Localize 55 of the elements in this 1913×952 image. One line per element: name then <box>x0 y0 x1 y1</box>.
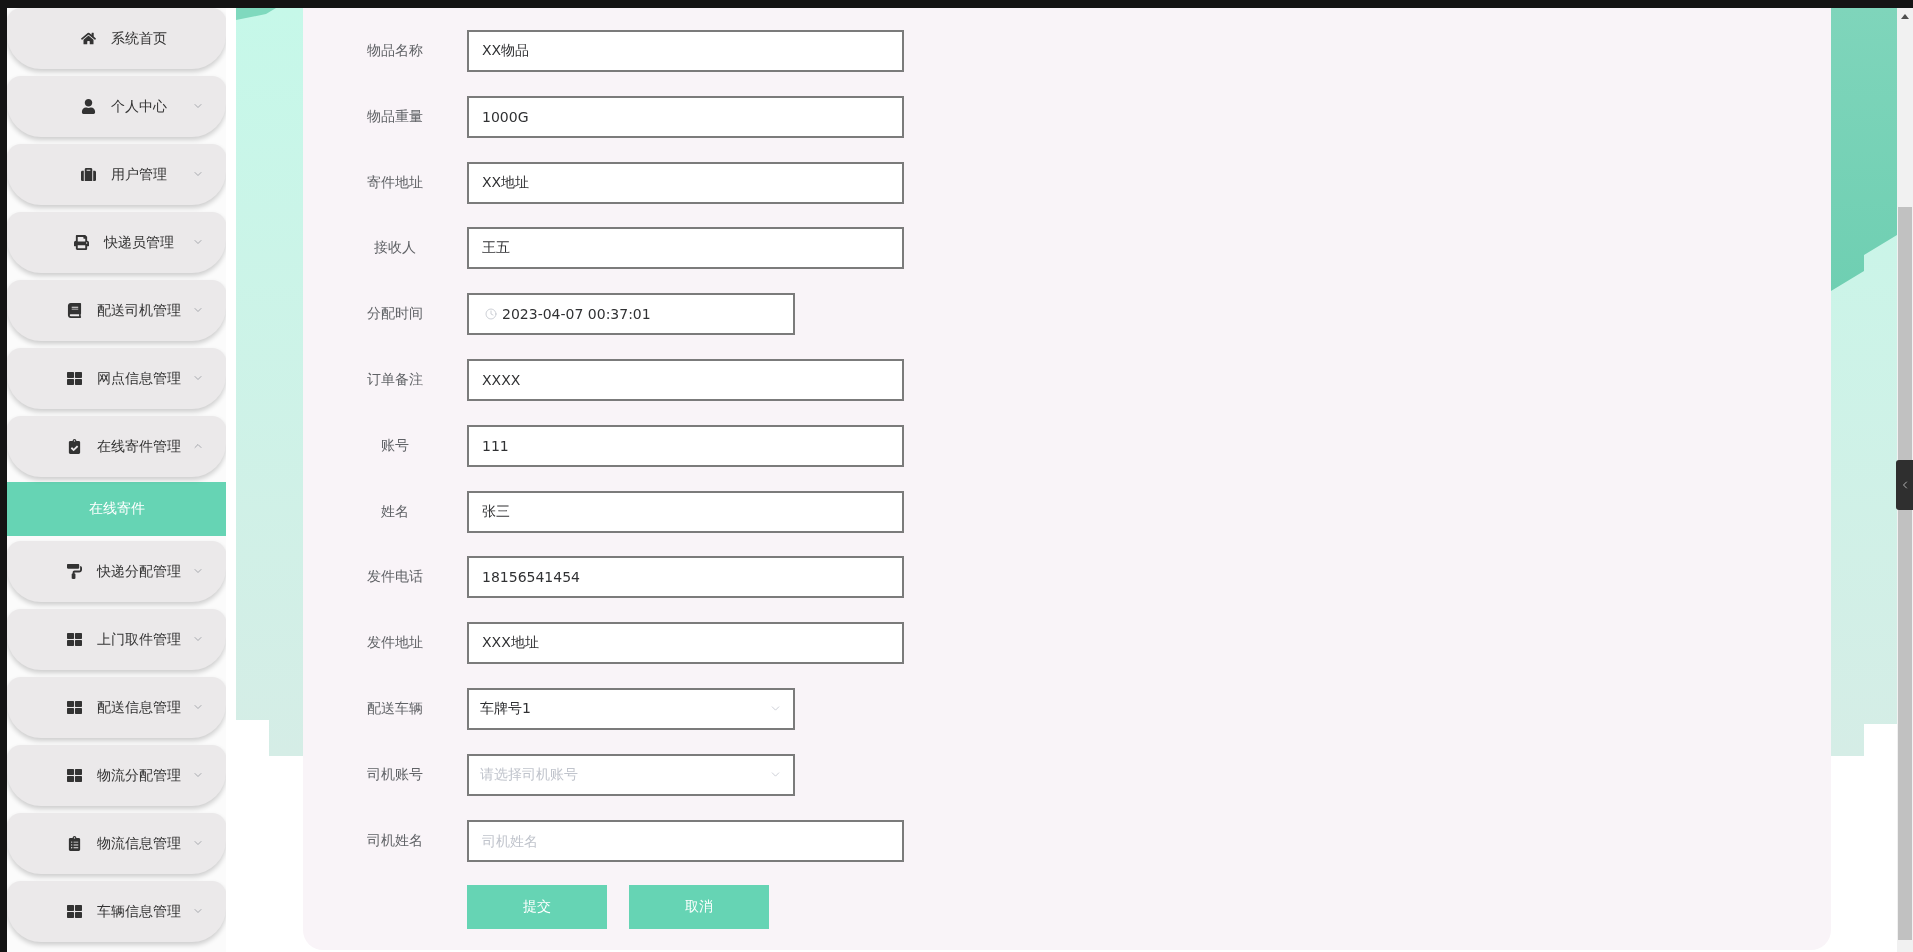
field-label: 司机姓名 <box>366 831 424 850</box>
menu-item[interactable]: 用户管理 <box>7 144 226 205</box>
text-input[interactable]: 张三 <box>467 490 904 533</box>
text-input[interactable]: 111 <box>467 424 904 467</box>
clock-icon <box>485 308 497 321</box>
menu-item[interactable]: 快递员管理 <box>7 212 226 273</box>
menu-item[interactable]: 车辆信息管理 <box>7 881 226 942</box>
field-label: 配送车辆 <box>366 699 424 718</box>
text-input[interactable]: XXX地址 <box>467 622 904 665</box>
field-label: 账号 <box>380 436 410 455</box>
scroll-up-icon[interactable] <box>1901 14 1909 19</box>
user-icon <box>80 99 96 114</box>
printer-icon <box>73 235 89 250</box>
text-input[interactable]: XX地址 <box>467 161 904 204</box>
text-input[interactable]: 18156541454 <box>467 556 904 599</box>
text-input[interactable]: 司机姓名 <box>467 819 904 862</box>
field-label: 接收人 <box>373 239 417 258</box>
menu-item[interactable]: 物流分配管理 <box>7 745 226 806</box>
menu-item[interactable]: 个人中心 <box>7 76 226 137</box>
menu-item[interactable]: 上门取件管理 <box>7 609 226 670</box>
text-input[interactable]: XX物品 <box>467 30 904 72</box>
clipboard-check-icon <box>66 439 82 454</box>
grid-icon <box>66 768 82 783</box>
date-input[interactable]: 2023-04-07 00:37:01 <box>467 293 795 336</box>
field-label: 物品名称 <box>366 42 424 60</box>
text-input[interactable]: 王五 <box>467 227 904 270</box>
text-input[interactable]: XXXX <box>467 359 904 401</box>
menu-item[interactable]: 在线寄件管理 <box>7 416 226 477</box>
field-label: 发件地址 <box>366 634 424 653</box>
field-label: 分配时间 <box>366 305 424 324</box>
field-label: 发件电话 <box>366 568 424 587</box>
text-input[interactable]: 1000G <box>467 95 904 138</box>
field-label: 寄件地址 <box>366 173 424 192</box>
field-label: 物品重量 <box>366 107 424 126</box>
scrollbar-thumb[interactable] <box>1898 207 1912 940</box>
grid-icon <box>66 632 82 647</box>
menu-item[interactable]: 网点信息管理 <box>7 348 226 409</box>
menu-item[interactable]: 物流信息管理 <box>7 813 226 874</box>
field-label: 司机账号 <box>366 765 424 784</box>
clipboard-list-icon <box>66 836 82 851</box>
grid-icon <box>66 371 82 386</box>
menu-item[interactable]: 配送信息管理 <box>7 677 226 738</box>
book-icon <box>66 303 82 318</box>
field-label: 订单备注 <box>366 371 424 389</box>
menu-item[interactable]: 配送司机管理 <box>7 280 226 341</box>
grid-icon <box>66 700 82 715</box>
grid-icon <box>66 904 82 919</box>
select-field[interactable]: 车牌号1 <box>467 687 795 730</box>
paint-roller-icon <box>66 564 82 579</box>
collapse-handle[interactable] <box>1896 460 1913 510</box>
suitcase-icon <box>80 167 96 182</box>
home-icon <box>80 31 96 46</box>
field-label: 姓名 <box>380 502 410 521</box>
menu-item[interactable]: 系统首页 <box>7 8 226 69</box>
menu-item[interactable]: 快递分配管理 <box>7 541 226 602</box>
